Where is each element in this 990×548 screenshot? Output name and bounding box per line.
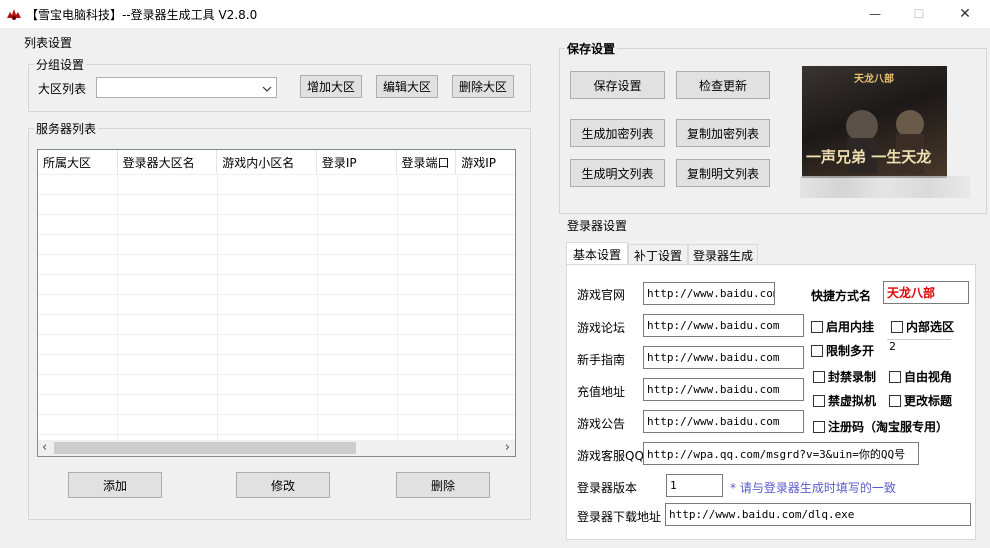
official-site-input[interactable]: http://www.baidu.com xyxy=(643,282,775,305)
shortcut-name-label: 快捷方式名 xyxy=(811,289,872,303)
column-divider xyxy=(397,150,398,440)
copy-plain-list-button[interactable]: 复制明文列表 xyxy=(676,159,770,187)
add-region-button[interactable]: 增加大区 xyxy=(300,75,362,98)
tab-launcher-generate[interactable]: 登录器生成 xyxy=(688,244,758,266)
enable-plugin-label: 启用内挂 xyxy=(826,320,875,334)
modify-server-button[interactable]: 修改 xyxy=(236,472,330,498)
shortcut-name-input[interactable]: 天龙八部 xyxy=(883,281,969,304)
notice-label: 游戏公告 xyxy=(577,417,626,431)
official-site-label: 游戏官网 xyxy=(577,288,626,302)
column-header-game-zone[interactable]: 游戏内小区名 xyxy=(217,150,317,174)
check-update-button[interactable]: 检查更新 xyxy=(676,71,770,99)
block-record-checkbox[interactable]: 封禁录制 xyxy=(813,368,876,385)
checkbox-box[interactable] xyxy=(889,370,901,383)
delete-server-button[interactable]: 删除 xyxy=(396,472,490,498)
limit-multi-checkbox[interactable]: 限制多开 xyxy=(811,342,874,359)
change-title-label: 更改标题 xyxy=(904,394,953,408)
chevron-down-icon xyxy=(262,81,272,95)
column-header-login-port[interactable]: 登录端口 xyxy=(397,150,457,174)
save-settings-title: 保存设置 xyxy=(565,40,618,57)
checkbox-box[interactable] xyxy=(813,370,825,383)
banner-logo-text: 天龙八部 xyxy=(854,74,894,85)
forum-label: 游戏论坛 xyxy=(577,321,626,335)
column-divider xyxy=(317,150,318,440)
scrollbar-thumb[interactable] xyxy=(54,442,356,454)
server-list-title: 服务器列表 xyxy=(34,120,99,137)
service-qq-input[interactable]: http://wpa.qq.com/msgrd?v=3&uin=你的QQ号 xyxy=(643,442,919,465)
window-title: 【雪宝电脑科技】--登录器生成工具 V2.8.0 xyxy=(26,8,258,22)
recharge-input[interactable]: http://www.baidu.com xyxy=(643,378,804,401)
checkbox-box[interactable] xyxy=(889,394,901,407)
server-list-table[interactable]: 所属大区 登录器大区名 游戏内小区名 登录IP 登录端口 游戏IP ‹ › xyxy=(37,149,516,457)
horizontal-scrollbar[interactable]: ‹ › xyxy=(38,440,515,456)
column-header-login-ip[interactable]: 登录IP xyxy=(317,150,397,174)
table-header: 所属大区 登录器大区名 游戏内小区名 登录IP 登录端口 游戏IP xyxy=(38,150,515,174)
region-select[interactable] xyxy=(96,77,277,98)
checkbox-box[interactable] xyxy=(811,320,823,333)
forum-input[interactable]: http://www.baidu.com xyxy=(643,314,804,337)
block-vm-checkbox[interactable]: 禁虚拟机 xyxy=(813,392,876,409)
free-view-checkbox[interactable]: 自由视角 xyxy=(889,368,952,385)
version-hint: * 请与登录器生成时填写的一致 xyxy=(730,481,896,495)
launcher-version-input[interactable]: 1 xyxy=(666,474,723,497)
change-title-checkbox[interactable]: 更改标题 xyxy=(889,392,952,409)
checkbox-box[interactable] xyxy=(813,394,825,407)
group-settings-title: 分组设置 xyxy=(34,56,87,73)
maximize-button[interactable]: ☐ xyxy=(896,0,942,28)
add-server-button[interactable]: 添加 xyxy=(68,472,162,498)
service-qq-label: 游戏客服QQ xyxy=(577,449,644,463)
region-list-label: 大区列表 xyxy=(38,82,87,96)
column-header-game-ip[interactable]: 游戏IP xyxy=(456,150,515,174)
reg-code-checkbox[interactable]: 注册码（淘宝服专用） xyxy=(813,418,948,435)
app-logo-icon xyxy=(6,6,22,22)
download-url-label: 登录器下载地址 xyxy=(577,510,662,524)
banner-slogan: 一声兄弟 一生天龙 xyxy=(806,148,932,166)
free-view-label: 自由视角 xyxy=(904,370,953,384)
enable-plugin-checkbox[interactable]: 启用内挂 xyxy=(811,318,874,335)
reg-code-label: 注册码（淘宝服专用） xyxy=(828,420,949,434)
generate-plain-list-button[interactable]: 生成明文列表 xyxy=(570,159,665,187)
launcher-version-label: 登录器版本 xyxy=(577,481,638,495)
scroll-right-icon[interactable]: › xyxy=(505,440,510,455)
block-vm-label: 禁虚拟机 xyxy=(828,394,877,408)
column-header-region[interactable]: 所属大区 xyxy=(38,150,118,174)
checkbox-box[interactable] xyxy=(811,344,823,357)
game-banner-image: 天龙八部 一声兄弟 一生天龙 xyxy=(802,66,947,178)
notice-input[interactable]: http://www.baidu.com xyxy=(643,410,804,433)
grid-lines xyxy=(38,174,515,440)
copy-encrypted-list-button[interactable]: 复制加密列表 xyxy=(676,119,770,147)
delete-region-button[interactable]: 删除大区 xyxy=(452,75,514,98)
inner-select-label: 内部选区 xyxy=(906,320,955,334)
list-settings-title: 列表设置 xyxy=(22,34,75,51)
tab-patch-settings[interactable]: 补丁设置 xyxy=(628,244,688,266)
checkbox-box[interactable] xyxy=(891,320,903,333)
save-settings-button[interactable]: 保存设置 xyxy=(570,71,665,99)
tab-basic-settings[interactable]: 基本设置 xyxy=(566,242,628,266)
recharge-label: 充值地址 xyxy=(577,385,626,399)
launcher-settings-title: 登录器设置 xyxy=(565,217,630,234)
generate-encrypted-list-button[interactable]: 生成加密列表 xyxy=(570,119,665,147)
column-divider xyxy=(457,150,458,440)
close-button[interactable]: ✕ xyxy=(942,0,988,28)
column-divider xyxy=(117,150,118,440)
download-url-input[interactable]: http://www.baidu.com/dlq.exe xyxy=(665,503,971,526)
inner-select-checkbox[interactable]: 内部选区 xyxy=(891,318,954,335)
multi-count-input[interactable]: 2 xyxy=(887,339,951,357)
column-divider xyxy=(217,150,218,440)
edit-region-button[interactable]: 编辑大区 xyxy=(376,75,438,98)
scroll-left-icon[interactable]: ‹ xyxy=(42,440,47,455)
block-record-label: 封禁录制 xyxy=(828,370,877,384)
title-bar: 【雪宝电脑科技】--登录器生成工具 V2.8.0 — ☐ ✕ xyxy=(0,0,990,28)
minimize-button[interactable]: — xyxy=(852,0,898,28)
blurred-watermark xyxy=(800,176,970,198)
column-header-launcher-region[interactable]: 登录器大区名 xyxy=(118,150,218,174)
checkbox-box[interactable] xyxy=(813,420,825,433)
guide-label: 新手指南 xyxy=(577,353,626,367)
limit-multi-label: 限制多开 xyxy=(826,344,875,358)
guide-input[interactable]: http://www.baidu.com xyxy=(643,346,804,369)
